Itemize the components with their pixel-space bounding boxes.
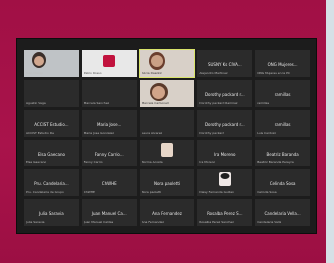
participant-label: ONG Mujeres en la PC: [257, 70, 290, 75]
participant-name: Candelaria Vella...: [264, 211, 301, 217]
participant-tile[interactable]: ramillas ramillas: [255, 79, 310, 107]
participant-name: Maria Jose...: [97, 121, 122, 127]
participant-label: Dorothy packard: [199, 130, 225, 135]
participant-tile[interactable]: Elsa Gaecano Elsa Gaecano: [24, 139, 79, 167]
participant-tile[interactable]: Norma Acosta: [139, 139, 195, 167]
participant-label: Julio Clavijo: [26, 70, 44, 75]
participant-tile[interactable]: Beatriz Baranda Beatriz Baranda Pereyra: [255, 139, 310, 167]
participant-tile[interactable]: Pru. Candelaria... Pru. Candelaria de Gr…: [24, 169, 79, 197]
participant-name: Elsa Gaecano: [37, 151, 65, 157]
participant-label: Elsa Gaecano: [26, 160, 47, 165]
participant-label: Luis Cardozo: [257, 130, 277, 135]
participant-tile[interactable]: Dorothy packard r... Dorothy packard Ram…: [197, 79, 253, 107]
participant-name: Rosalba Perez S...: [207, 211, 243, 217]
participant-label: Alicia Daszkin: [141, 70, 163, 75]
participant-tile[interactable]: Candelaria Vella... Candelaria Vella: [255, 199, 310, 226]
participant-tile[interactable]: Rosalba Perez S... Rosalba Perez Sanchez: [197, 199, 253, 226]
participant-tile[interactable]: SUSNY Ks CIVA... Alejandro Martinez: [197, 50, 253, 77]
participant-label: ACCIST Estudio De: [26, 130, 54, 135]
participant-tile[interactable]: Julia Saravia Julia Saravia: [24, 199, 79, 226]
participant-avatar: [160, 142, 173, 157]
participant-name: Julia Saravia: [39, 211, 64, 217]
participant-label: ChWHE: [83, 190, 95, 195]
participant-name: Pru. Candelaria...: [34, 181, 69, 187]
participant-name: Celinda Sosa: [269, 181, 296, 187]
participant-label: Ira Moreno: [199, 160, 216, 165]
participant-label: Marcela Sanchez: [83, 100, 110, 105]
participant-tile[interactable]: Marcela Sanchez: [81, 79, 137, 107]
participant-label: Candelaria Vella: [257, 220, 282, 224]
participant-grid: Julio Clavijo Pablo Rosso Alicia Daszkin…: [24, 49, 310, 226]
participant-tile[interactable]: Nora paoletti Nora paoletti: [139, 169, 195, 197]
participant-label: Pablo Rosso: [83, 70, 102, 75]
participant-label: Alejandro Martinez: [199, 70, 228, 75]
participant-tile[interactable]: Dorothy packard r... Dorothy packard: [197, 109, 253, 137]
participant-tile[interactable]: ONG Mujeres... ONG Mujeres en la PC: [255, 50, 310, 77]
participant-tile[interactable]: Agustin Vega: [24, 79, 79, 107]
participant-name: ramillas: [274, 121, 291, 127]
participant-label: Norma Acosta: [141, 160, 163, 165]
participant-tile[interactable]: ACCIST Estudio... ACCIST Estudio De: [24, 109, 79, 137]
frame-edge: [326, 0, 334, 263]
participant-tile[interactable]: Laura Alvarez: [139, 109, 195, 137]
participant-label: Fanny Carrio: [83, 160, 103, 165]
face-detail: [151, 85, 165, 99]
face-detail: [34, 56, 44, 66]
participant-label: Beatriz Baranda Pereyra: [257, 160, 294, 165]
participant-name: ONG Mujeres...: [267, 62, 298, 68]
participant-tile-active-speaker[interactable]: Alicia Daszkin: [138, 49, 196, 78]
participant-label: Agustin Vega: [26, 100, 46, 105]
participant-label: Marcela Carbonell: [141, 100, 169, 105]
face-detail: [150, 55, 163, 67]
participant-label: Juan Manuel Caldas: [83, 220, 114, 224]
participant-name: ACCIST Estudio...: [34, 121, 69, 127]
participant-label: Julia Saravia: [26, 220, 45, 224]
video-call-window: Julio Clavijo Pablo Rosso Alicia Daszkin…: [16, 38, 317, 234]
participant-tile[interactable]: Ira Moreno Ira Moreno: [197, 139, 253, 167]
participant-name: Dorothy packard r...: [204, 121, 245, 127]
participant-name: ChWHE: [101, 181, 117, 187]
participant-label: Ana Fernandez: [141, 220, 164, 224]
org-logo-icon: [103, 55, 116, 67]
participant-label: Rosalba Perez Sanchez: [199, 220, 234, 224]
participant-tile[interactable]: ramillas Luis Cardozo: [255, 109, 310, 137]
participant-tile[interactable]: Fanny Carrio... Fanny Carrio: [81, 139, 137, 167]
participant-name: ramillas: [274, 91, 291, 97]
participant-label: Dorothy packard Ramirez: [199, 100, 238, 105]
participant-name: SUSNY Ks CIVA...: [207, 62, 242, 68]
participant-tile[interactable]: Juan Manuel Ca... Juan Manuel Caldas: [81, 199, 137, 226]
participant-name: Ira Moreno: [214, 151, 236, 157]
participant-label: Pru. Candelaria de Grupo: [26, 190, 64, 195]
participant-label: Nora paoletti: [141, 190, 162, 195]
participant-tile[interactable]: Celinda Sosa Celinda Sosa: [255, 169, 310, 197]
participant-name: Ana Fernandez: [152, 211, 182, 217]
participant-label: Maria Jose Gonzalez: [83, 130, 114, 135]
participant-tile[interactable]: Maria Jose... Maria Jose Gonzalez: [81, 109, 137, 137]
participant-tile[interactable]: Daisy Fernanda Guillen: [197, 169, 253, 197]
avatar-hair: [220, 173, 230, 180]
participant-name: Nora paoletti: [153, 181, 181, 187]
participant-tile[interactable]: Pablo Rosso: [81, 50, 137, 77]
participant-name: Beatriz Baranda: [266, 151, 299, 157]
participant-tile[interactable]: Marcela Carbonell: [139, 79, 195, 107]
participant-label: ramillas: [257, 100, 270, 105]
participant-name: Dorothy packard r...: [204, 91, 245, 97]
participant-tile[interactable]: Julio Clavijo: [24, 50, 79, 77]
participant-tile[interactable]: ChWHE ChWHE: [81, 169, 137, 197]
participant-tile[interactable]: Ana Fernandez Ana Fernandez: [139, 199, 195, 226]
participant-label: Daisy Fernanda Guillen: [199, 190, 235, 195]
participant-label: Celinda Sosa: [257, 190, 277, 195]
participant-name: Fanny Carrio...: [94, 151, 124, 157]
participant-name: Juan Manuel Ca...: [91, 211, 127, 217]
participant-label: Laura Alvarez: [141, 130, 163, 135]
